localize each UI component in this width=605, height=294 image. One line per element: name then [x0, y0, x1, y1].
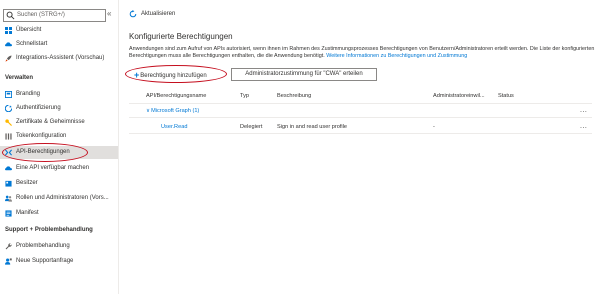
group-microsoft-graph[interactable]: ∨Microsoft Graph (1): [146, 108, 199, 114]
description: Anwendungen sind zum Aufruf von APIs aut…: [129, 46, 599, 60]
search-input[interactable]: Suchen (STRG+/): [3, 9, 106, 22]
chevron-down-icon: ∨: [146, 108, 151, 114]
sidebar-item-authentifizierung[interactable]: Authentifizierung: [0, 102, 118, 115]
sidebar: Suchen (STRG+/) « Übersicht Schnellstart…: [0, 0, 119, 294]
sidebar-item-label: Problembehandlung: [16, 243, 70, 249]
rocket-icon: [5, 55, 12, 62]
sidebar-item-label: Eine API verfügbar machen: [16, 165, 90, 171]
grid-icon: [5, 27, 12, 34]
section-header-verwalten: Verwalten: [5, 75, 34, 81]
more-info-link[interactable]: Weitere Informationen zu Berechtigungen …: [326, 53, 467, 59]
sidebar-item-neue-supportanfrage[interactable]: Neue Supportanfrage: [0, 255, 118, 268]
sidebar-item-integrations-assistent[interactable]: Integrations-Assistent (Vorschau): [0, 52, 118, 65]
manifest-icon: [5, 210, 12, 217]
sidebar-item-label: API-Berechtigungen: [16, 149, 70, 155]
refresh-icon: [129, 10, 137, 18]
sidebar-item-problembehandlung[interactable]: Problembehandlung: [0, 240, 118, 253]
admin-consent-value: -: [433, 124, 435, 130]
sidebar-item-zertifikate[interactable]: Zertifikate & Geheimnisse: [0, 116, 118, 129]
wrench-icon: [5, 243, 12, 250]
search-icon: [6, 11, 15, 20]
group-divider: [129, 117, 592, 118]
column-header-status: Status: [498, 93, 514, 99]
section-header-support: Support + Problembehandlung: [5, 227, 93, 233]
header-divider: [129, 103, 592, 104]
sidebar-item-label: Neue Supportanfrage: [16, 258, 74, 264]
permission-description: Sign in and read user profile: [277, 124, 347, 130]
sidebar-item-label: Übersicht: [16, 27, 42, 33]
row-more-button[interactable]: ...: [580, 123, 587, 130]
token-icon: [5, 133, 12, 140]
permission-name-link[interactable]: User.Read: [161, 124, 187, 130]
support-request-icon: [5, 258, 12, 265]
search-placeholder: Suchen (STRG+/): [17, 12, 65, 18]
cloud-api-icon: [5, 166, 12, 171]
sidebar-item-label: Zertifikate & Geheimnisse: [16, 119, 85, 125]
add-permission-label: Berechtigung hinzufügen: [140, 73, 207, 79]
refresh-label: Aktualisieren: [141, 11, 176, 17]
group-label: Microsoft Graph (1): [151, 108, 200, 114]
sidebar-item-label: Manifest: [16, 210, 39, 216]
sidebar-item-branding[interactable]: Branding: [0, 88, 118, 101]
permission-type: Delegiert: [240, 124, 263, 130]
grant-admin-consent-button[interactable]: Administratorzustimmung für "CWA" erteil…: [231, 68, 377, 81]
sidebar-item-schnellstart[interactable]: Schnellstart: [0, 38, 118, 51]
sidebar-item-label: Authentifizierung: [16, 105, 61, 111]
column-header-api: API/Berechtigungsname: [146, 93, 207, 99]
sidebar-item-label: Branding: [16, 91, 41, 97]
column-header-type: Typ: [240, 93, 250, 99]
column-header-description: Beschreibung: [277, 93, 312, 99]
sidebar-item-besitzer[interactable]: Besitzer: [0, 177, 118, 190]
authentication-icon: [5, 105, 12, 112]
sidebar-item-tokenkonfiguration[interactable]: Tokenkonfiguration: [0, 130, 118, 143]
sidebar-item-api-berechtigungen[interactable]: API-Berechtigungen: [0, 146, 118, 159]
roles-icon: [5, 195, 12, 202]
add-permission-button[interactable]: +Berechtigung hinzufügen: [134, 69, 207, 80]
sidebar-item-label: Besitzer: [16, 180, 38, 186]
sidebar-item-label: Integrations-Assistent (Vorschau): [16, 55, 105, 61]
sidebar-item-manifest[interactable]: Manifest: [0, 207, 118, 220]
owners-icon: [5, 180, 12, 187]
cloud-icon: [5, 42, 12, 47]
sidebar-item-label: Schnellstart: [16, 41, 48, 47]
section-title: Konfigurierte Berechtigungen: [129, 32, 233, 41]
column-header-admin-consent: Administratoreinwil...: [433, 93, 485, 99]
sidebar-item-api-verfuegbar[interactable]: Eine API verfügbar machen: [0, 162, 118, 175]
row-divider: [129, 133, 592, 134]
plus-icon: +: [134, 70, 140, 80]
sidebar-item-label: Tokenkonfiguration: [16, 133, 67, 139]
sidebar-item-uebersicht[interactable]: Übersicht: [0, 24, 118, 37]
sidebar-item-rollen[interactable]: Rollen und Administratoren (Vors...: [0, 192, 118, 205]
key-icon: [5, 119, 12, 126]
collapse-sidebar-button[interactable]: «: [107, 8, 111, 19]
group-more-button[interactable]: ...: [580, 107, 587, 114]
sidebar-item-label: Rollen und Administratoren (Vors...: [16, 195, 109, 201]
branding-icon: [5, 91, 12, 98]
api-permissions-icon: [5, 149, 12, 156]
